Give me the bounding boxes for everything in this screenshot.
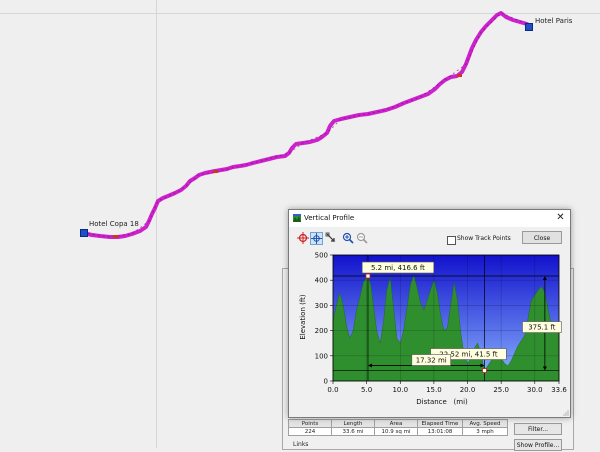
y-tick-label: 100 <box>315 352 328 360</box>
y-axis-label: Elevation (ft) <box>299 294 307 340</box>
resize-grip-icon[interactable] <box>562 409 569 416</box>
window-title: Vertical Profile <box>304 214 355 222</box>
stats-header: Area <box>374 419 418 428</box>
cursor-point-2[interactable] <box>482 368 487 373</box>
x-tick-label: 30.0 <box>527 386 543 394</box>
stats-value: 3 mph <box>462 427 508 436</box>
x-tick-label: 10.0 <box>392 386 408 394</box>
end-waypoint-label: Hotel Paris <box>535 17 573 25</box>
stats-value: 224 <box>288 427 332 436</box>
x-tick-label: 33.6 <box>551 386 567 394</box>
stats-header: Elapsed Time <box>417 419 463 428</box>
elevation-profile-chart[interactable]: 0 100 200 300 400 500 0.0 5.0 10.0 15.0 20.0 25.0 30… <box>289 250 570 410</box>
point-1-label: 5.2 mi, 416.6 ft <box>371 264 425 272</box>
stats-header: Length <box>331 419 375 428</box>
start-waypoint-label: Hotel Copa 18 <box>89 220 139 228</box>
window-close-icon[interactable]: ✕ <box>553 211 568 225</box>
close-button[interactable]: Close <box>522 231 562 244</box>
x-tick-label: 0.0 <box>327 386 338 394</box>
cursor-point-1[interactable] <box>365 273 371 279</box>
zoom-in-icon[interactable] <box>342 232 354 244</box>
stats-value: 10.9 sq mi <box>374 427 418 436</box>
stats-value: 33.6 mi <box>331 427 375 436</box>
y-tick-label: 300 <box>315 302 328 310</box>
profile-toolbar: Show Track Points Close <box>289 228 570 250</box>
elevation-delta-label: 375.1 ft <box>528 324 556 332</box>
start-waypoint-icon[interactable] <box>80 229 88 237</box>
track-marker <box>457 74 462 77</box>
track-marker <box>113 235 118 238</box>
app-icon <box>293 214 301 222</box>
y-tick-label: 200 <box>315 327 328 335</box>
stats-value: 13:01:08 <box>417 427 463 436</box>
show-track-points-label: Show Track Points <box>457 235 511 242</box>
vertical-profile-window: Vertical Profile ✕ Show Track Points Clo… <box>288 209 571 418</box>
y-tick-label: 500 <box>315 252 328 260</box>
filter-button[interactable]: Filter... <box>514 423 562 435</box>
window-titlebar[interactable]: Vertical Profile ✕ <box>289 210 570 227</box>
pan-crosshair-icon[interactable] <box>310 232 323 245</box>
show-profile-button[interactable]: Show Profile... <box>514 439 562 451</box>
gps-track[interactable] <box>81 11 529 239</box>
x-tick-label: 5.0 <box>361 386 372 394</box>
x-tick-label: 20.0 <box>460 386 476 394</box>
y-tick-label: 400 <box>315 277 328 285</box>
stats-header: Points <box>288 419 332 428</box>
measure-tool-icon[interactable] <box>325 232 337 244</box>
x-tick-label: 15.0 <box>426 386 442 394</box>
x-tick-label: 25.0 <box>493 386 509 394</box>
distance-delta-label: 17.32 mi <box>416 357 447 365</box>
links-label: Links <box>293 441 309 448</box>
zoom-out-icon[interactable] <box>356 232 368 244</box>
track-stats-table: Points Length Area Elapsed Time Avg. Spe… <box>288 419 508 436</box>
show-track-points-checkbox[interactable] <box>447 236 456 245</box>
track-marker <box>213 170 218 173</box>
y-tick-label: 0 <box>324 378 328 386</box>
x-axis-label: Distance (mi) <box>416 398 468 406</box>
crosshair-red-icon[interactable] <box>297 232 309 244</box>
stats-header: Avg. Speed <box>462 419 508 428</box>
end-waypoint-icon[interactable] <box>525 23 533 31</box>
